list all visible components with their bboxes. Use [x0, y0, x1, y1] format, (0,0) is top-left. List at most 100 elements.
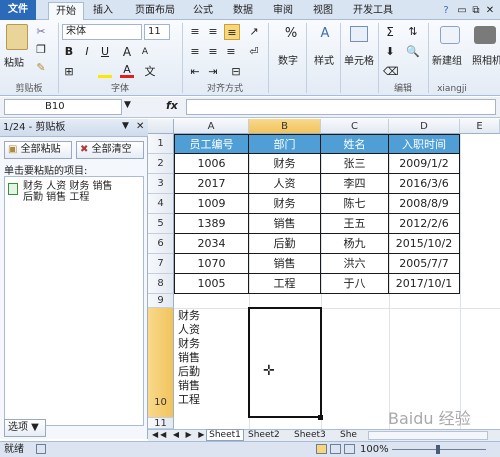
column-header-a[interactable]: A — [174, 119, 249, 134]
table-cell[interactable]: 2012/2/6 — [389, 214, 460, 234]
clipboard-item[interactable]: 财务 人资 财务 销售 后勤 销售 工程 — [23, 181, 113, 203]
normal-view-icon[interactable] — [316, 444, 327, 454]
table-cell[interactable]: 张三 — [321, 154, 389, 174]
row-header[interactable]: 9 — [148, 294, 174, 308]
tab-view[interactable]: 视图 — [308, 2, 338, 20]
worksheet-grid[interactable]: A B C D E 1 2 3 4 5 6 7 8 9 10 11 员工编号 部… — [148, 119, 500, 429]
align-left-icon[interactable]: ≡ — [188, 44, 202, 60]
camera-button[interactable]: 照相机 — [472, 52, 500, 67]
fill-handle[interactable] — [318, 415, 323, 420]
camera-icon[interactable] — [474, 26, 496, 44]
border-icon[interactable]: ⊞ — [62, 64, 76, 80]
paste-button[interactable]: 粘贴 — [4, 54, 24, 69]
underline-button[interactable]: U — [98, 44, 112, 60]
increase-indent-icon[interactable]: ⇥ — [206, 64, 220, 80]
font-size-select[interactable]: 11 — [144, 24, 170, 40]
fill-icon[interactable]: ⬇ — [383, 44, 397, 60]
sort-filter-icon[interactable]: ⇅ — [406, 24, 420, 40]
table-cell[interactable]: 王五 — [321, 214, 389, 234]
restore-icon[interactable]: ⧉ — [470, 2, 482, 20]
wrap-text-icon[interactable]: ⏎ — [246, 44, 262, 60]
paste-all-button[interactable]: ▣ 全部粘贴 — [4, 141, 72, 159]
table-cell[interactable]: 财务 — [249, 194, 321, 214]
table-cell[interactable]: 洪六 — [321, 254, 389, 274]
column-header-d[interactable]: D — [389, 119, 460, 134]
number-format-button[interactable]: 数字 — [278, 52, 298, 67]
table-cell[interactable]: 销售 — [249, 214, 321, 234]
font-color-icon[interactable]: A — [120, 62, 134, 78]
table-cell[interactable]: 2034 — [175, 234, 249, 254]
macro-record-icon[interactable] — [36, 444, 46, 454]
row-header[interactable]: 8 — [148, 274, 174, 294]
table-cell[interactable]: 1006 — [175, 154, 249, 174]
autosum-icon[interactable]: Σ — [383, 24, 397, 40]
column-header-c[interactable]: C — [321, 119, 389, 134]
tab-home[interactable]: 开始 — [48, 2, 84, 20]
pane-menu-icon[interactable]: ▼ — [122, 121, 129, 131]
find-select-icon[interactable]: 🔍 — [406, 44, 420, 60]
tab-insert[interactable]: 插入 — [88, 2, 118, 20]
bold-button[interactable]: B — [62, 44, 76, 60]
grow-font-button[interactable]: A — [120, 44, 134, 60]
align-bottom-icon[interactable]: ≡ — [224, 24, 240, 40]
shrink-font-button[interactable]: A — [138, 44, 152, 60]
table-cell[interactable]: 2015/10/2 — [389, 234, 460, 254]
align-middle-icon[interactable]: ≡ — [206, 24, 220, 40]
table-cell[interactable]: 2016/3/6 — [389, 174, 460, 194]
align-center-icon[interactable]: ≡ — [206, 44, 220, 60]
table-cell[interactable]: 2017 — [175, 174, 249, 194]
align-right-icon[interactable]: ≡ — [224, 44, 238, 60]
table-cell[interactable]: 李四 — [321, 174, 389, 194]
align-top-icon[interactable]: ≡ — [188, 24, 202, 40]
styles-icon[interactable]: A — [316, 26, 334, 42]
cell-a10[interactable]: 财务 人资 财务 销售 后勤 销售 工程 — [178, 309, 248, 407]
close-icon[interactable]: ✕ — [484, 2, 496, 20]
page-layout-view-icon[interactable] — [330, 444, 341, 454]
table-cell[interactable]: 2017/10/1 — [389, 274, 460, 294]
table-header-cell[interactable]: 入职时间 — [389, 135, 460, 154]
phonetic-icon[interactable]: 文 — [142, 64, 158, 80]
tab-formulas[interactable]: 公式 — [188, 2, 218, 20]
table-cell[interactable]: 陈七 — [321, 194, 389, 214]
paste-icon[interactable] — [6, 24, 28, 50]
row-header[interactable]: 4 — [148, 194, 174, 214]
column-header-e[interactable]: E — [460, 119, 500, 134]
table-cell[interactable]: 1070 — [175, 254, 249, 274]
clear-all-button[interactable]: ✖ 全部清空 — [76, 141, 144, 159]
tab-review[interactable]: 审阅 — [268, 2, 298, 20]
cells-button[interactable]: 单元格 — [344, 52, 374, 67]
clear-icon[interactable]: ⌫ — [383, 64, 399, 80]
row-header[interactable]: 3 — [148, 174, 174, 194]
selected-cell-b10[interactable] — [248, 307, 322, 418]
sheet-tab-active[interactable]: Sheet1 — [206, 429, 244, 441]
page-break-view-icon[interactable] — [344, 444, 355, 454]
table-cell[interactable]: 1009 — [175, 194, 249, 214]
row-header[interactable]: 11 — [148, 418, 174, 429]
decrease-indent-icon[interactable]: ⇤ — [188, 64, 202, 80]
cut-icon[interactable]: ✂ — [34, 24, 48, 40]
format-painter-icon[interactable]: ✎ — [34, 60, 48, 76]
table-cell[interactable]: 1005 — [175, 274, 249, 294]
tab-page-layout[interactable]: 页面布局 — [130, 2, 180, 20]
tab-data[interactable]: 数据 — [228, 2, 258, 20]
name-box-dropdown-icon[interactable]: ▼ — [124, 100, 131, 110]
table-cell[interactable]: 2009/1/2 — [389, 154, 460, 174]
row-header[interactable]: 6 — [148, 234, 174, 254]
table-cell[interactable]: 1389 — [175, 214, 249, 234]
select-all-corner[interactable] — [148, 119, 174, 134]
row-header[interactable]: 1 — [148, 134, 174, 154]
table-cell[interactable]: 后勤 — [249, 234, 321, 254]
options-button[interactable]: 选项 ▼ — [4, 419, 46, 437]
copy-icon[interactable]: ❐ — [34, 42, 48, 58]
styles-button[interactable]: 样式 — [314, 52, 334, 67]
tab-developer[interactable]: 开发工具 — [348, 2, 398, 20]
table-cell[interactable]: 于八 — [321, 274, 389, 294]
zoom-level[interactable]: 100% — [360, 442, 389, 457]
row-header[interactable]: 5 — [148, 214, 174, 234]
table-cell[interactable]: 2005/7/7 — [389, 254, 460, 274]
table-cell[interactable]: 财务 — [249, 154, 321, 174]
fill-color-icon[interactable] — [98, 64, 112, 78]
font-name-select[interactable]: 宋体 — [62, 24, 142, 40]
formula-input[interactable] — [186, 99, 496, 115]
percent-icon[interactable]: % — [282, 26, 300, 42]
